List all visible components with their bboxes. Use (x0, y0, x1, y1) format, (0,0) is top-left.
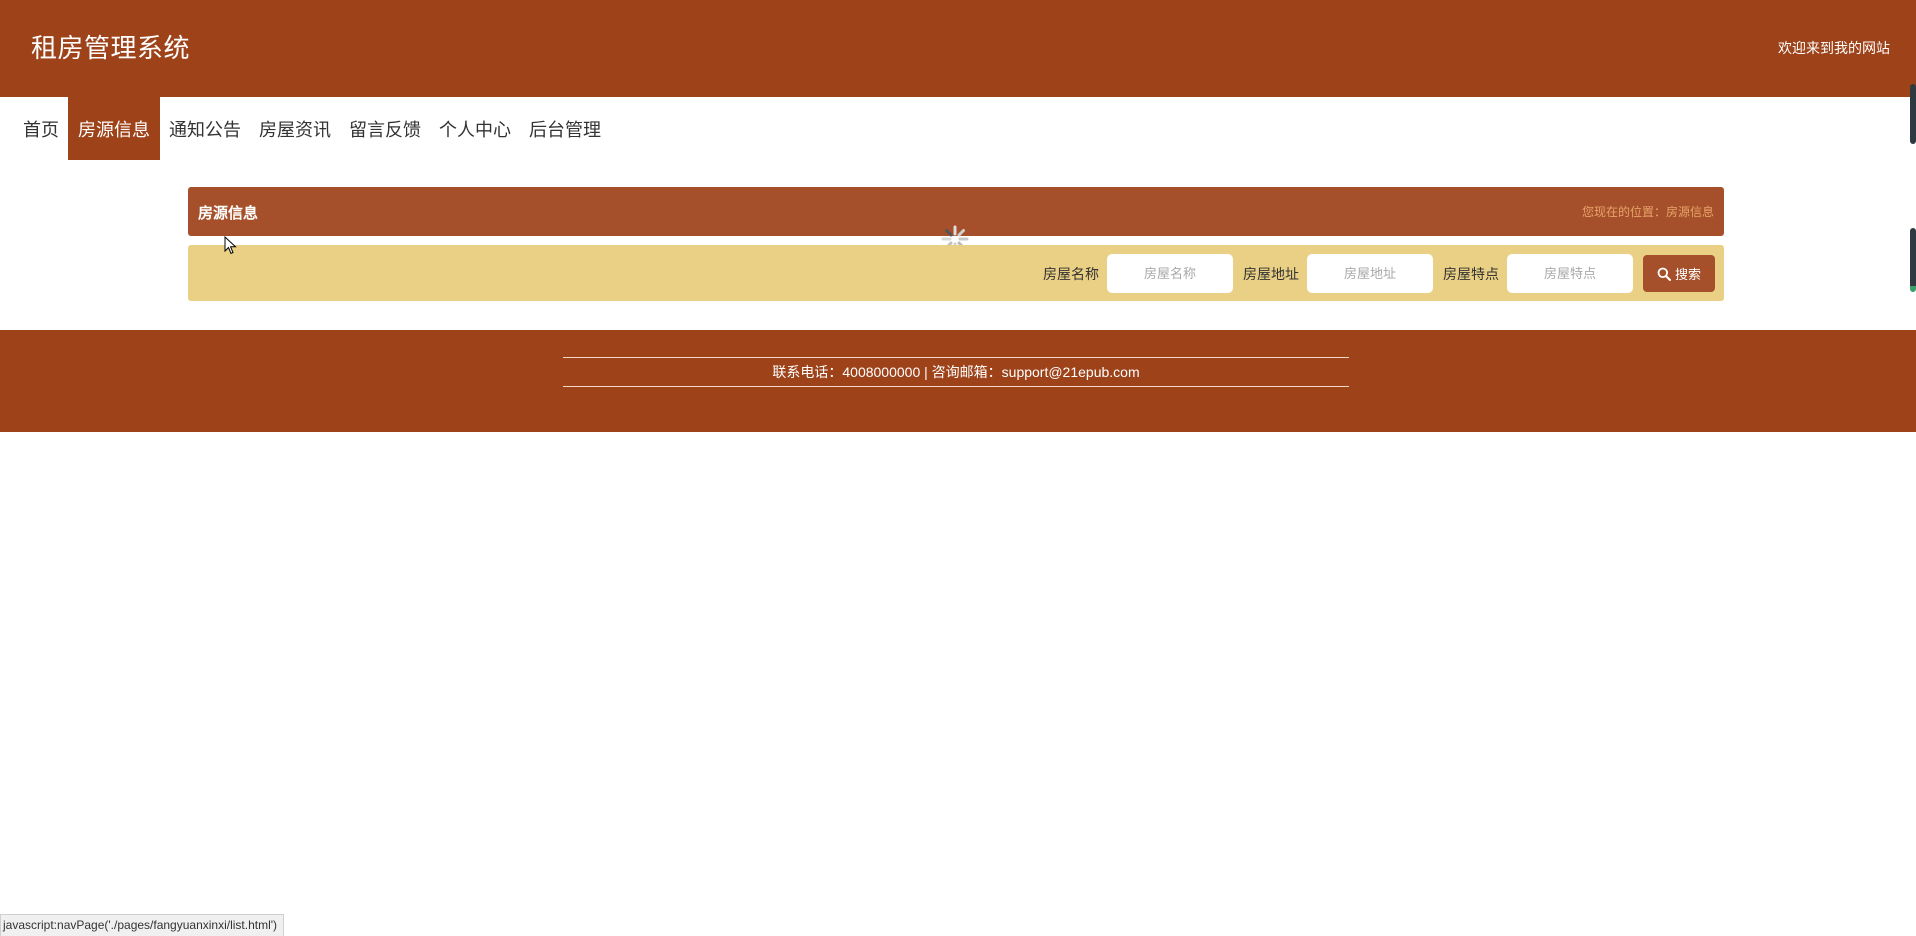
house-address-input[interactable] (1307, 254, 1433, 293)
nav-item-feedback[interactable]: 留言反馈 (340, 97, 430, 160)
search-button[interactable]: 搜索 (1643, 255, 1715, 292)
nav-item-profile[interactable]: 个人中心 (430, 97, 520, 160)
nav-item-admin[interactable]: 后台管理 (520, 97, 610, 160)
nav-item-notices[interactable]: 通知公告 (160, 97, 250, 160)
nav-item-home[interactable]: 首页 (14, 97, 68, 160)
site-header: 租房管理系统 欢迎来到我的网站 (0, 0, 1916, 97)
house-feature-input[interactable] (1507, 254, 1633, 293)
main-nav: 首页 房源信息 通知公告 房屋资讯 留言反馈 个人中心 后台管理 (0, 97, 610, 160)
scroll-indicator-mid (1910, 228, 1916, 292)
search-button-label: 搜索 (1674, 267, 1701, 282)
search-icon (1657, 267, 1671, 281)
mouse-cursor-icon (224, 236, 237, 255)
site-title[interactable]: 租房管理系统 (31, 30, 190, 66)
nav-item-listings[interactable]: 房源信息 (68, 97, 160, 160)
filter-row: 房屋名称 房屋地址 房屋特点 搜索 (1033, 254, 1715, 293)
house-name-label: 房屋名称 (1043, 265, 1099, 282)
scroll-indicator-top (1910, 84, 1916, 144)
filter-bar: 房屋名称 房屋地址 房屋特点 搜索 (188, 245, 1724, 301)
house-feature-label: 房屋特点 (1443, 265, 1499, 282)
browser-status-bar: javascript:navPage('./pages/fangyuanxinx… (0, 914, 285, 936)
nav-item-news[interactable]: 房屋资讯 (250, 97, 340, 160)
footer-contact: 联系电话：4008000000 | 咨询邮箱：support@21epub.co… (563, 357, 1349, 387)
section-title: 房源信息 (198, 205, 259, 222)
welcome-text: 欢迎来到我的网站 (1778, 40, 1890, 56)
site-footer: 联系电话：4008000000 | 咨询邮箱：support@21epub.co… (0, 330, 1916, 432)
house-name-input[interactable] (1107, 254, 1233, 293)
house-address-label: 房屋地址 (1243, 265, 1299, 282)
breadcrumb: 您现在的位置：房源信息 (1581, 205, 1714, 219)
